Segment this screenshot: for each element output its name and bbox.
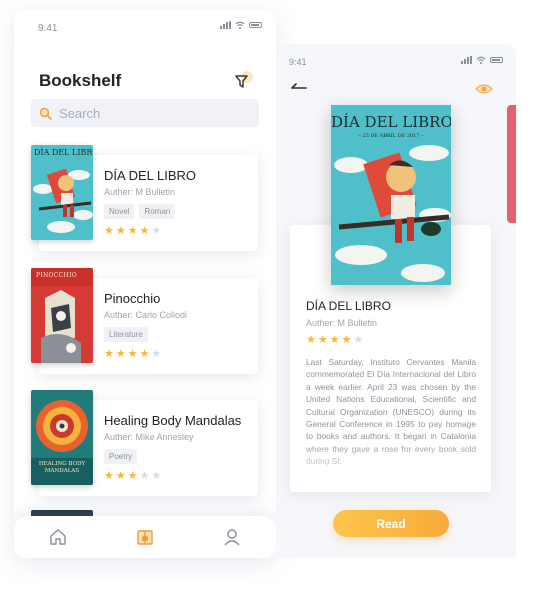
search-icon — [39, 107, 52, 120]
cover-title: DÍA DEL LIBRO — [34, 148, 93, 157]
book-cover-healing-body-mandalas[interactable]: HEALING BODY MANDALAS — [31, 390, 93, 485]
star-icon: ★ — [317, 334, 328, 346]
scroll-indicator[interactable] — [507, 105, 516, 223]
tab-bookshelf[interactable] — [133, 525, 157, 549]
bookshelf-screen: 9:41 Bookshelf Search DÍA DEL LIBRO DÍA … — [14, 10, 276, 558]
wifi-icon — [235, 21, 245, 29]
rating-stars: ★ ★ ★ ★ ★ — [104, 224, 161, 237]
book-tags: Literature — [104, 327, 148, 342]
book-card-dia-del-libro[interactable]: DÍA DEL LIBRO DÍA DEL LIBRO Auther: M Bu… — [31, 145, 258, 251]
star-icon: ★ — [127, 225, 138, 237]
book-card-pinocchio[interactable]: PINOCCHIO Pinocchio Auther: Carlo Collod… — [31, 268, 258, 374]
wifi-icon — [476, 56, 486, 64]
star-icon: ★ — [104, 225, 114, 237]
star-icon: ★ — [151, 225, 162, 237]
back-arrow-icon[interactable] — [291, 83, 307, 93]
book-title: DÍA DEL LIBRO — [306, 299, 391, 313]
star-icon: ★ — [139, 470, 150, 482]
cover-subtitle: – 23 DE ABRIL DE 2017 – — [358, 133, 424, 139]
book-detail-screen: 9:41 DÍA DEL LIBRO Auther: M Bulletin ★ ★… — [277, 44, 516, 558]
tab-bar — [14, 516, 276, 558]
tag: Literature — [104, 327, 148, 342]
bookshelf-icon — [137, 530, 153, 545]
book-title: Healing Body Mandalas — [104, 413, 242, 428]
home-icon — [49, 529, 66, 545]
book-title: DÍA DEL LIBRO — [104, 168, 196, 183]
text-fade — [290, 442, 491, 492]
tag: Poetry — [104, 449, 138, 464]
star-icon: ★ — [139, 348, 150, 360]
star-icon: ★ — [329, 334, 340, 346]
star-icon: ★ — [341, 334, 352, 346]
star-icon: ★ — [104, 348, 114, 360]
star-icon: ★ — [151, 348, 162, 360]
star-icon: ★ — [104, 470, 114, 482]
eye-icon[interactable] — [475, 82, 493, 96]
read-button[interactable]: Read — [333, 510, 449, 537]
cover-title: HEALING BODY MANDALAS — [38, 461, 86, 474]
book-author: Auther: Carlo Collodi — [104, 310, 188, 320]
status-time: 9:41 — [289, 57, 307, 67]
cover-title: DÍA DEL LIBRO — [331, 113, 451, 131]
star-icon: ★ — [139, 225, 150, 237]
status-time: 9:41 — [38, 23, 58, 34]
star-icon: ★ — [127, 470, 138, 482]
star-icon: ★ — [115, 470, 126, 482]
filter-icon[interactable] — [232, 70, 254, 92]
book-author: Auther: M Bulletin — [306, 318, 378, 328]
star-icon: ★ — [115, 225, 126, 237]
tag: Novel — [104, 204, 135, 219]
signal-icon — [220, 21, 231, 29]
book-cover-large: DÍA DEL LIBRO – 23 DE ABRIL DE 2017 – — [331, 105, 451, 285]
rating-stars: ★ ★ ★ ★ ★ — [104, 347, 161, 360]
star-icon: ★ — [353, 334, 364, 346]
book-cover-dia-del-libro[interactable]: DÍA DEL LIBRO — [31, 145, 93, 240]
book-author: Auther: Mike Annesley — [104, 432, 194, 442]
signal-icon — [461, 56, 472, 64]
page-title: Bookshelf — [39, 71, 122, 90]
battery-icon — [249, 22, 262, 28]
search-input[interactable] — [59, 105, 239, 121]
rating-stars: ★ ★ ★ ★ ★ — [104, 469, 161, 482]
status-icons — [220, 21, 262, 29]
battery-icon — [490, 57, 503, 63]
star-icon: ★ — [151, 470, 162, 482]
cover-title: PINOCCHIO — [36, 272, 77, 279]
star-icon: ★ — [127, 348, 138, 360]
tab-home[interactable] — [46, 525, 70, 549]
rating-stars: ★ ★ ★ ★ ★ — [306, 333, 363, 346]
book-title: Pinocchio — [104, 291, 161, 306]
book-tags: Novel Roman — [104, 204, 176, 219]
star-icon: ★ — [306, 334, 316, 346]
tab-profile[interactable] — [220, 525, 244, 549]
book-author: Auther: M Bulletin — [104, 187, 176, 197]
star-icon: ★ — [115, 348, 126, 360]
book-tags: Poetry — [104, 449, 138, 464]
status-icons — [461, 56, 503, 64]
tag: Roman — [139, 204, 176, 219]
book-cover-pinocchio[interactable]: PINOCCHIO — [31, 268, 93, 363]
book-card-healing-body-mandalas[interactable]: HEALING BODY MANDALAS Healing Body Manda… — [31, 390, 258, 496]
profile-icon — [224, 529, 240, 546]
search-bar[interactable] — [31, 99, 259, 127]
